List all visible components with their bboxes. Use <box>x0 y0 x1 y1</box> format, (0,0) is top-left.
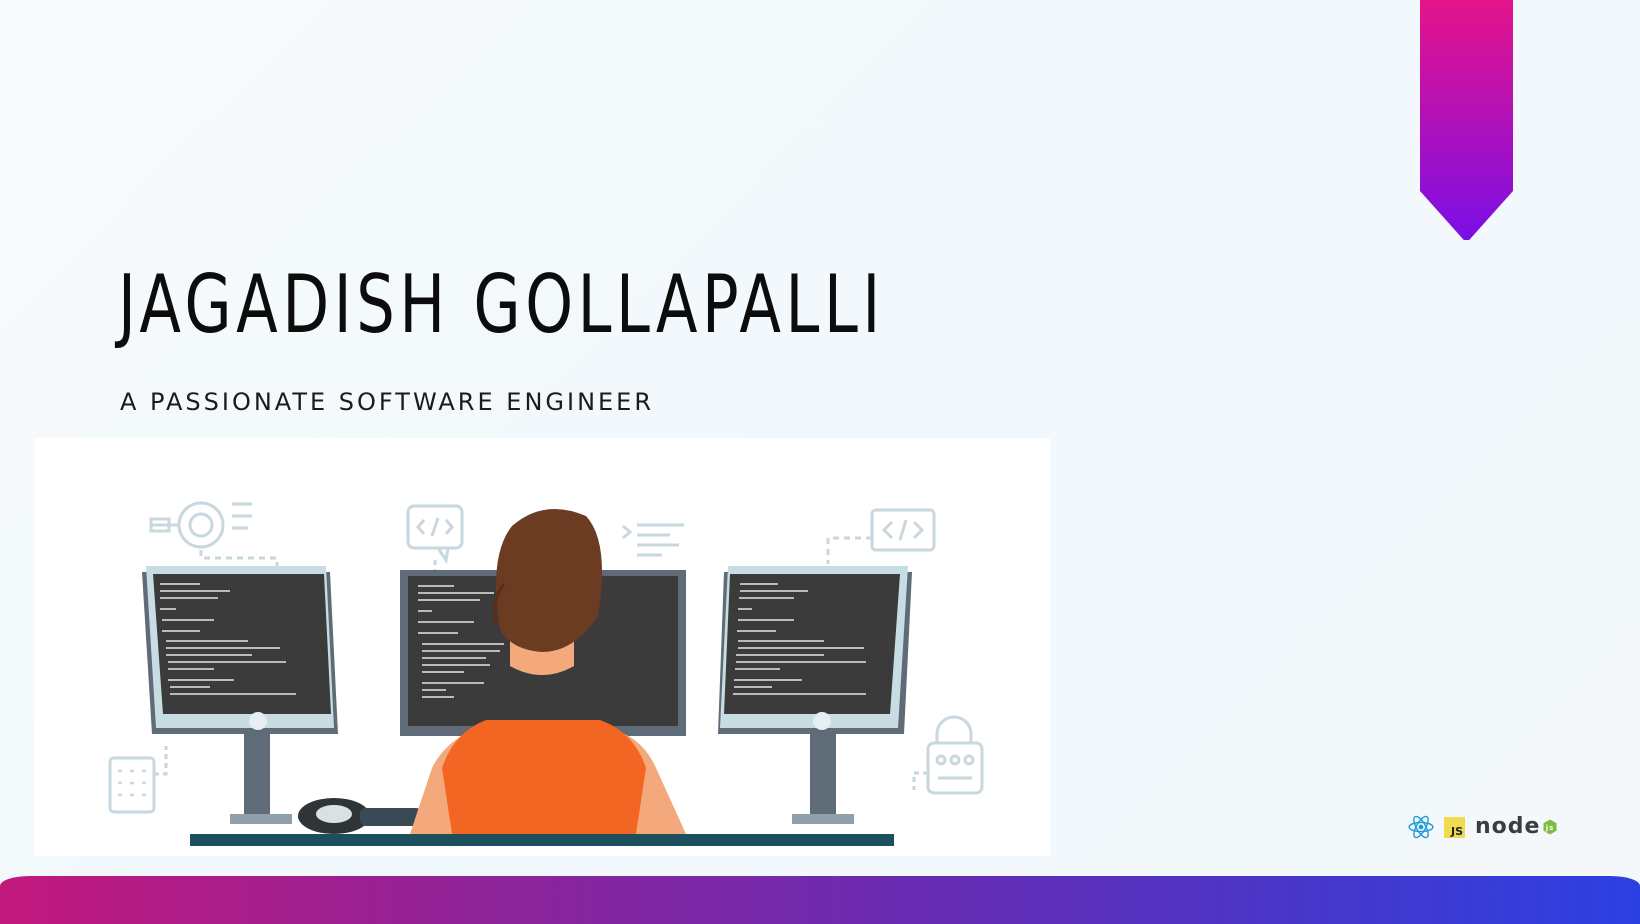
keypad-icon <box>108 746 168 814</box>
left-monitor <box>142 566 338 824</box>
list-icon <box>622 523 684 557</box>
target-icon <box>149 501 279 566</box>
react-icon <box>1408 815 1434 839</box>
page-title: JAGADISH GOLLAPALLI <box>118 258 885 351</box>
desk <box>190 834 894 846</box>
developer-illustration <box>34 438 1050 856</box>
svg-text:js: js <box>1545 824 1555 832</box>
headphones <box>298 798 422 834</box>
right-monitor <box>718 566 912 824</box>
bookmark-ribbon <box>1420 0 1513 240</box>
nodejs-icon: node js <box>1475 815 1557 839</box>
node-logo-text: node <box>1475 814 1541 839</box>
tech-stack-logos: JS node js <box>1408 814 1557 840</box>
lock-icon <box>912 715 984 795</box>
tagline: A PASSIONATE SOFTWARE ENGINEER <box>120 388 655 416</box>
footer-gradient-bar <box>0 876 1640 924</box>
javascript-icon: JS <box>1444 816 1465 838</box>
js-logo-text: JS <box>1450 824 1463 838</box>
code-window-icon <box>826 508 936 564</box>
node-hexagon-icon: js <box>1543 819 1557 835</box>
code-bubble-icon <box>406 504 464 572</box>
